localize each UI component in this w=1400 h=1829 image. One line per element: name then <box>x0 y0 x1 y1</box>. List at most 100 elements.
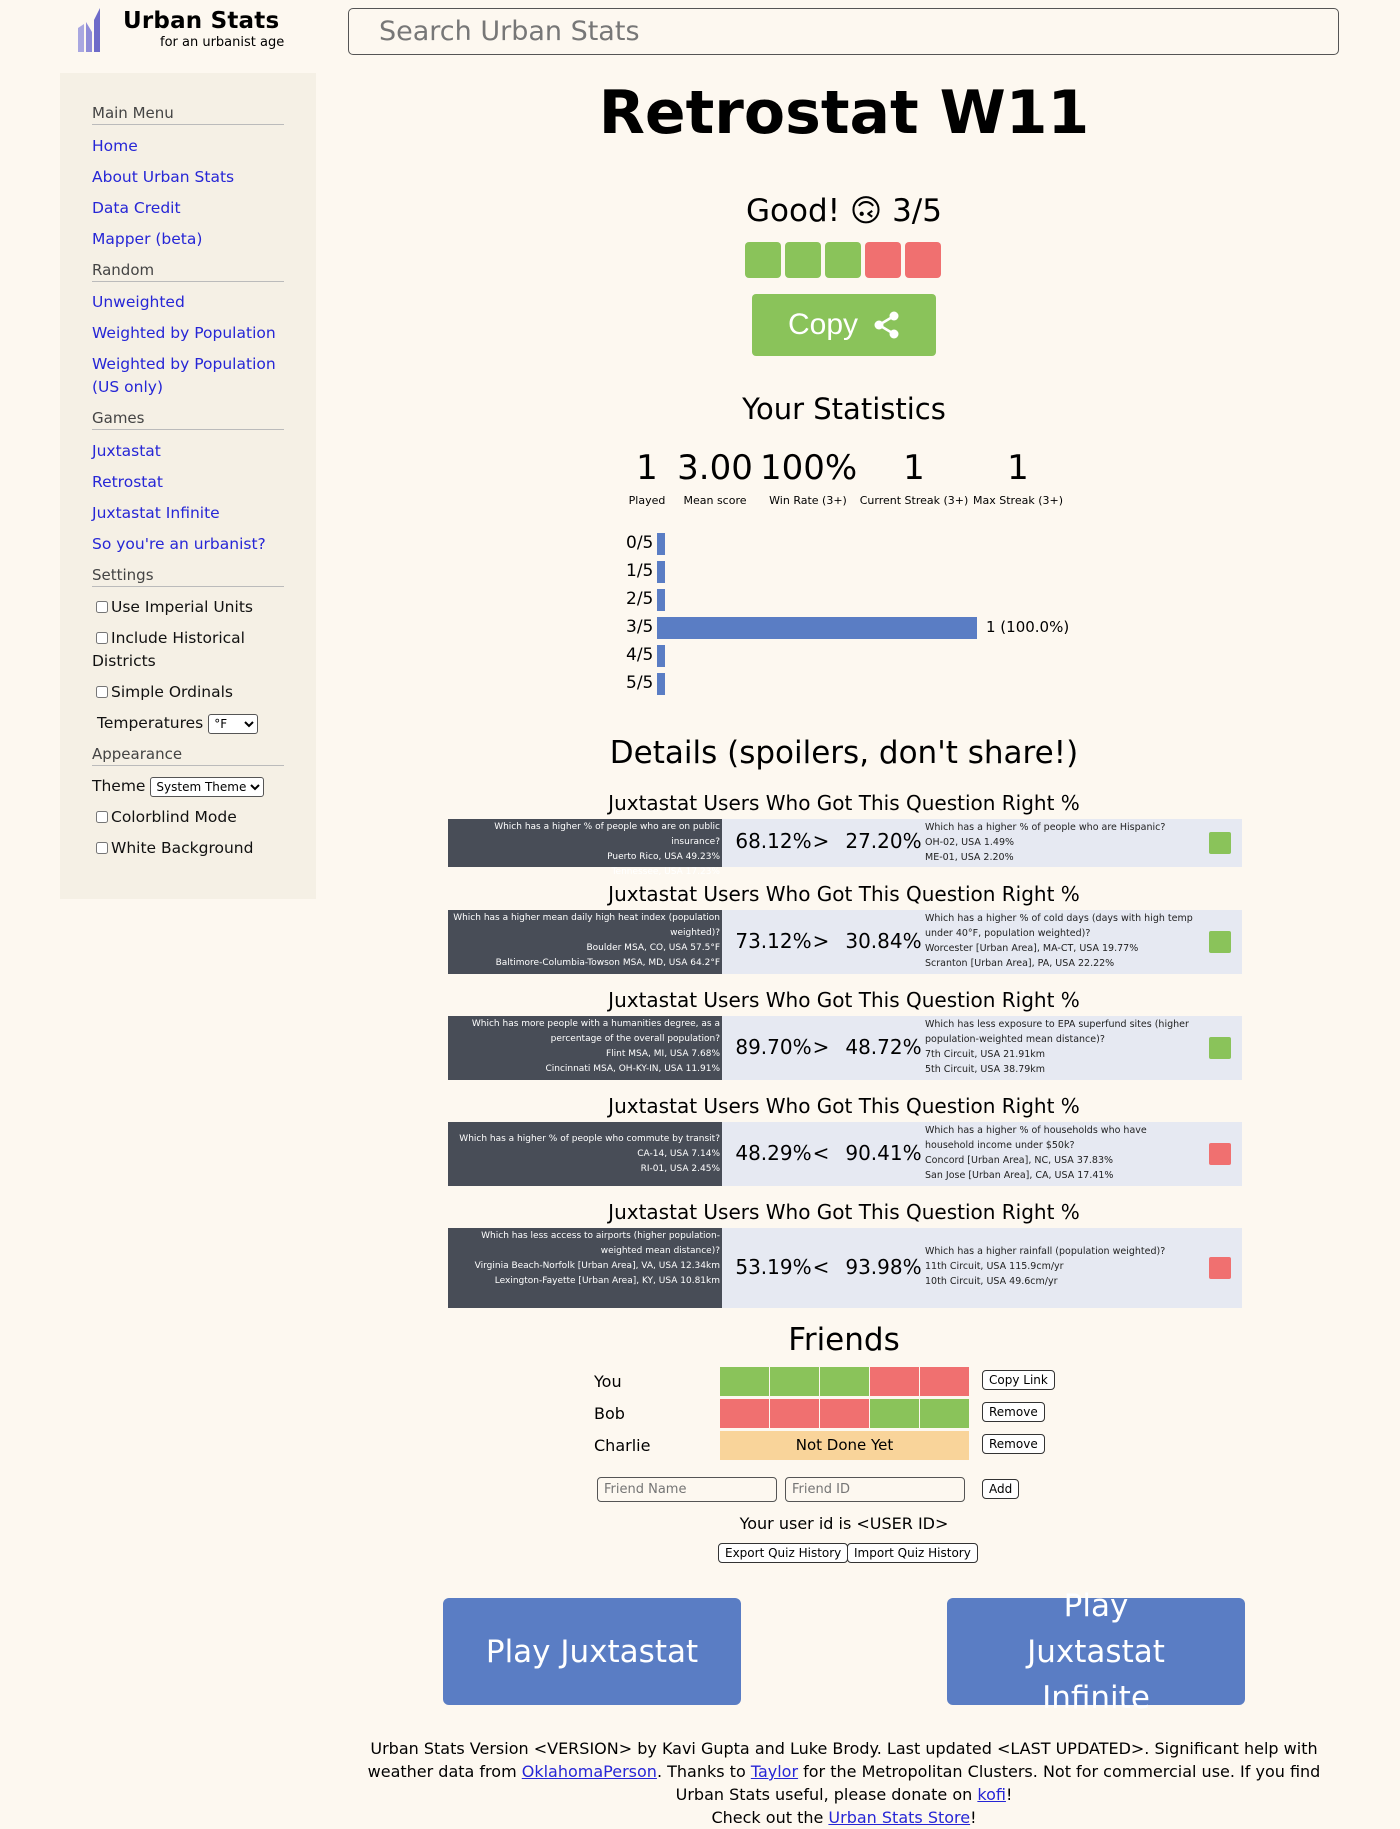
score-square <box>825 242 861 278</box>
footer-text: . Thanks to <box>656 1762 751 1781</box>
footer: Urban Stats Version <VERSION> by Kavi Gu… <box>348 1737 1340 1829</box>
random-heading: Random <box>92 261 284 282</box>
stat-current-streak: 1 Current Streak (3+) <box>858 442 970 507</box>
settings-heading: Settings <box>92 566 284 587</box>
question-percent-left: 48.29% <box>735 1141 812 1165</box>
sidebar-item-juxtastat[interactable]: Juxtastat <box>92 440 292 463</box>
distribution-bar <box>657 561 665 583</box>
question-result-square <box>1209 1037 1231 1059</box>
friend-id-input[interactable] <box>785 1477 965 1502</box>
simple-ordinals-checkbox[interactable] <box>96 686 108 698</box>
footer-link-oklahomaperson[interactable]: OklahomaPerson <box>522 1762 657 1781</box>
search-input[interactable] <box>348 8 1339 55</box>
play-juxtastat-button[interactable]: Play Juxtastat <box>443 1598 741 1705</box>
right-option-b: Scranton [Urban Area], PA, USA 22.22% <box>925 958 1115 969</box>
sidebar-item-urbanist-quiz[interactable]: So you're an urbanist? <box>92 533 292 556</box>
question-comparison: > <box>812 829 830 853</box>
right-option-a: OH-02, USA 1.49% <box>925 837 1015 848</box>
imperial-units-setting: Use Imperial Units <box>92 596 292 619</box>
sidebar-item-weighted-population-us[interactable]: Weighted by Population (US only) <box>92 353 292 399</box>
question-row: Which has less access to airports (highe… <box>448 1228 1242 1308</box>
question-percent-left: 53.19% <box>735 1255 812 1279</box>
sidebar-item-weighted-population[interactable]: Weighted by Population <box>92 322 292 345</box>
question-right: Which has less exposure to EPA superfund… <box>925 1016 1195 1077</box>
distribution-count: 1 (100.0%) <box>986 618 1070 636</box>
stat-value: 1 <box>1007 448 1029 488</box>
friend-score-cell <box>920 1367 969 1396</box>
page-title: Retrostat W11 <box>598 78 1090 148</box>
left-option-b: Baltimore-Columbia-Towson MSA, MD, USA 6… <box>495 958 720 968</box>
brand-subtitle: for an urbanist age <box>160 35 285 50</box>
play-juxtastat-infinite-button[interactable]: Play Juxtastat Infinite <box>947 1588 1245 1716</box>
distribution-bar <box>657 645 665 667</box>
footer-link-kofi[interactable]: kofi <box>977 1785 1006 1804</box>
white-background-checkbox[interactable] <box>96 842 108 854</box>
sidebar-item-retrostat[interactable]: Retrostat <box>92 471 292 494</box>
score-squares <box>745 242 945 278</box>
stat-value: 100% <box>760 448 858 488</box>
imperial-units-checkbox[interactable] <box>96 601 108 613</box>
question-left: Which has a higher mean daily high heat … <box>448 910 722 974</box>
export-quiz-history-button[interactable]: Export Quiz History <box>718 1543 849 1563</box>
footer-link-taylor[interactable]: Taylor <box>751 1762 798 1781</box>
question-left: Which has less access to airports (highe… <box>448 1228 722 1308</box>
question-percent-right: 30.84% <box>845 929 922 953</box>
remove-friend-button[interactable]: Remove <box>982 1402 1045 1422</box>
question-left: Which has a higher % of people who are o… <box>448 819 722 877</box>
historical-districts-label: Include Historical Districts <box>92 629 245 670</box>
stat-played: 1 Played <box>617 442 677 507</box>
import-quiz-history-button[interactable]: Import Quiz History <box>847 1543 978 1563</box>
question-row: Which has a higher mean daily high heat … <box>448 910 1242 974</box>
right-option-a: Worcester [Urban Area], MA-CT, USA 19.77… <box>925 943 1139 954</box>
question-right: Which has a higher % of households who h… <box>925 1122 1195 1183</box>
stat-label: Played <box>628 494 666 507</box>
distribution-label: 3/5 <box>626 617 654 637</box>
question-heading: Juxtastat Users Who Got This Question Ri… <box>608 988 1080 1012</box>
distribution-label: 0/5 <box>626 533 654 553</box>
historical-districts-checkbox[interactable] <box>96 632 108 644</box>
brand-title[interactable]: Urban Stats <box>123 8 279 34</box>
theme-label: Theme <box>92 777 146 795</box>
sidebar-item-about[interactable]: About Urban Stats <box>92 166 292 189</box>
add-friend-button[interactable]: Add <box>982 1479 1020 1499</box>
stat-value: 3.00 <box>677 448 753 488</box>
right-question: Which has a higher rainfall (population … <box>925 1246 1166 1257</box>
friend-name: You <box>594 1372 622 1391</box>
urban-stats-logo-icon[interactable] <box>76 8 108 52</box>
friend-score-cell <box>820 1399 869 1428</box>
question-heading: Juxtastat Users Who Got This Question Ri… <box>608 1200 1080 1224</box>
friend-score-cell <box>870 1367 919 1396</box>
question-row: Which has more people with a humanities … <box>448 1016 1242 1080</box>
colorblind-checkbox[interactable] <box>96 811 108 823</box>
copy-button[interactable]: Copy <box>752 294 936 356</box>
distribution-label: 5/5 <box>626 673 654 693</box>
right-option-b: 5th Circuit, USA 38.79km <box>925 1064 1046 1075</box>
sidebar-item-data-credit[interactable]: Data Credit <box>92 197 292 220</box>
question-percent-left: 73.12% <box>735 929 812 953</box>
sidebar-item-juxtastat-infinite[interactable]: Juxtastat Infinite <box>92 502 292 525</box>
copy-link-button[interactable]: Copy Link <box>982 1370 1055 1390</box>
question-heading: Juxtastat Users Who Got This Question Ri… <box>608 882 1080 906</box>
question-percent-right: 93.98% <box>845 1255 922 1279</box>
question-right: Which has a higher % of people who are H… <box>925 819 1195 865</box>
friend-name: Bob <box>594 1404 625 1423</box>
remove-friend-button[interactable]: Remove <box>982 1434 1045 1454</box>
footer-link-store[interactable]: Urban Stats Store <box>828 1808 970 1827</box>
friend-score-cell <box>820 1367 869 1396</box>
distribution-bar <box>657 617 977 639</box>
left-question: Which has less access to airports (highe… <box>481 1231 720 1256</box>
question-left: Which has more people with a humanities … <box>448 1016 722 1080</box>
right-question: Which has a higher % of people who are H… <box>925 822 1166 833</box>
games-heading: Games <box>92 409 284 430</box>
friend-score-cell <box>870 1399 919 1428</box>
sidebar-item-home[interactable]: Home <box>92 135 292 158</box>
simple-ordinals-label: Simple Ordinals <box>111 683 234 701</box>
friend-name-input[interactable] <box>597 1477 777 1502</box>
sidebar-item-mapper[interactable]: Mapper (beta) <box>92 228 292 251</box>
temperatures-select[interactable]: °F <box>208 714 259 734</box>
details-heading: Details (spoilers, don't share!) <box>609 735 1079 771</box>
historical-districts-setting: Include Historical Districts <box>92 627 292 673</box>
sidebar-item-unweighted[interactable]: Unweighted <box>92 291 292 314</box>
theme-select[interactable]: System Theme <box>150 777 265 797</box>
distribution-label: 2/5 <box>626 589 654 609</box>
